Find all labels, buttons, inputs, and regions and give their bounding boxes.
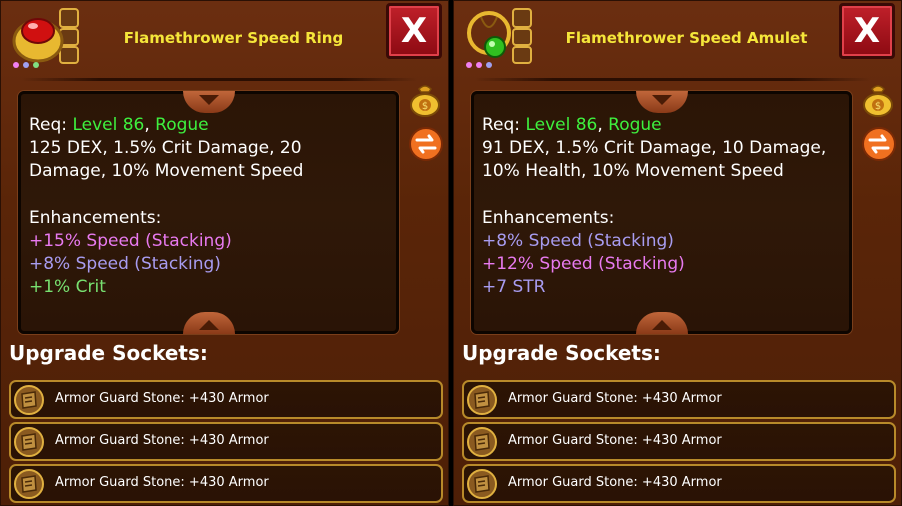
armor-guard-stone-icon	[14, 469, 44, 499]
requirement-line: Req: Level 86, Rogue	[29, 114, 388, 137]
req-class: Rogue	[608, 115, 662, 135]
svg-text:$: $	[422, 101, 428, 112]
stats-line: Damage, 10% Movement Speed	[29, 161, 304, 181]
item-title: Flamethrower Speed Amulet	[565, 29, 808, 47]
req-class: Rogue	[155, 115, 209, 135]
stats-box[interactable]: Req: Level 86, Rogue 125 DEX, 1.5% Crit …	[18, 91, 399, 334]
armor-guard-stone-icon	[467, 427, 497, 457]
socket-label: Armor Guard Stone: +430 Armor	[508, 475, 722, 490]
armor-guard-stone-icon	[14, 385, 44, 415]
swap-arrows-icon[interactable]	[408, 126, 444, 162]
stats-line: 10% Health, 10% Movement Speed	[482, 161, 784, 181]
stats-text: Req: Level 86, Rogue 125 DEX, 1.5% Crit …	[29, 114, 388, 299]
req-separator: ,	[144, 115, 150, 135]
req-level: Level 86	[72, 115, 145, 135]
socket-row[interactable]: Armor Guard Stone: +430 Armor	[462, 464, 896, 503]
chevron-down-icon	[651, 95, 672, 105]
close-button[interactable]: X	[839, 3, 895, 59]
stats-text: Req: Level 86, Rogue 91 DEX, 1.5% Crit D…	[482, 114, 841, 299]
scroll-up-tab[interactable]	[182, 91, 235, 113]
upgrade-sockets-title: Upgrade Sockets:	[462, 341, 661, 365]
svg-text:$: $	[875, 101, 881, 112]
requirement-line: Req: Level 86, Rogue	[482, 114, 841, 137]
enhancement-item: +7 STR	[482, 277, 546, 297]
socket-label: Armor Guard Stone: +430 Armor	[508, 433, 722, 448]
item-panel-ring: Flamethrower Speed Ring X Req: Level 86,…	[0, 0, 449, 506]
enhancements-label: Enhancements:	[482, 208, 615, 228]
socket-row[interactable]: Armor Guard Stone: +430 Armor	[462, 380, 896, 419]
close-button[interactable]: X	[386, 3, 442, 59]
stats-line: 125 DEX, 1.5% Crit Damage, 20	[29, 138, 302, 158]
scroll-down-tab[interactable]	[635, 312, 688, 334]
item-title: Flamethrower Speed Ring	[123, 29, 344, 47]
req-separator: ,	[597, 115, 603, 135]
socket-label: Armor Guard Stone: +430 Armor	[55, 391, 269, 406]
gold-bag-icon[interactable]: $	[861, 81, 895, 117]
socket-row[interactable]: Armor Guard Stone: +430 Armor	[9, 422, 443, 461]
stats-box[interactable]: Req: Level 86, Rogue 91 DEX, 1.5% Crit D…	[471, 91, 852, 334]
amulet-item-icon	[466, 8, 532, 68]
gold-bag-icon[interactable]: $	[408, 81, 442, 117]
chevron-down-icon	[198, 95, 219, 105]
chevron-up-icon	[651, 320, 672, 330]
divider	[474, 78, 871, 81]
req-label: Req:	[482, 115, 521, 135]
enhancements-label: Enhancements:	[29, 208, 162, 228]
scroll-up-tab[interactable]	[635, 91, 688, 113]
socket-label: Armor Guard Stone: +430 Armor	[55, 433, 269, 448]
enhancement-item: +1% Crit	[29, 277, 106, 297]
divider	[21, 78, 418, 81]
socket-row[interactable]: Armor Guard Stone: +430 Armor	[9, 464, 443, 503]
socket-row[interactable]: Armor Guard Stone: +430 Armor	[462, 422, 896, 461]
upgrade-sockets-title: Upgrade Sockets:	[9, 341, 208, 365]
socket-row[interactable]: Armor Guard Stone: +430 Armor	[9, 380, 443, 419]
socket-label: Armor Guard Stone: +430 Armor	[55, 475, 269, 490]
ring-item-icon	[12, 8, 79, 68]
enhancement-item: +8% Speed (Stacking)	[482, 231, 674, 251]
scroll-down-tab[interactable]	[182, 312, 235, 334]
chevron-up-icon	[198, 320, 219, 330]
enhancement-item: +8% Speed (Stacking)	[29, 254, 221, 274]
item-panel-amulet: Flamethrower Speed Amulet X Req: Level 8…	[453, 0, 902, 506]
req-level: Level 86	[525, 115, 598, 135]
armor-guard-stone-icon	[467, 385, 497, 415]
socket-label: Armor Guard Stone: +430 Armor	[508, 391, 722, 406]
enhancement-item: +15% Speed (Stacking)	[29, 231, 232, 251]
armor-guard-stone-icon	[467, 469, 497, 499]
enhancement-item: +12% Speed (Stacking)	[482, 254, 685, 274]
swap-arrows-icon[interactable]	[861, 126, 897, 162]
req-label: Req:	[29, 115, 68, 135]
stats-line: 91 DEX, 1.5% Crit Damage, 10 Damage,	[482, 138, 827, 158]
armor-guard-stone-icon	[14, 427, 44, 457]
